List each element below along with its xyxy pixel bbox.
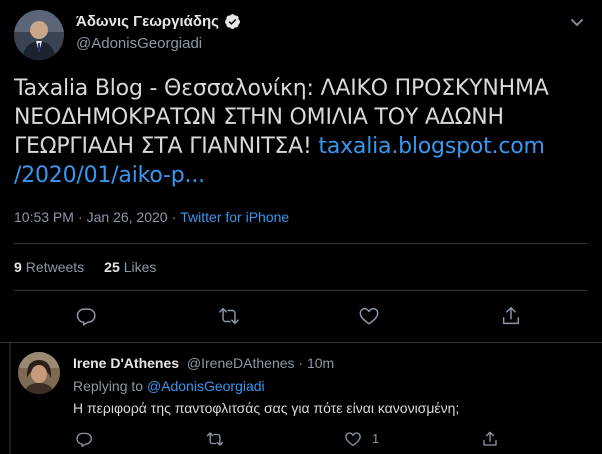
likes-count: 25 — [104, 259, 120, 275]
reply-icon[interactable] — [75, 430, 93, 448]
retweets-label: Retweets — [25, 259, 85, 275]
reply-tweet[interactable]: Irene D'Athenes @IreneDAthenes · 10m Rep… — [0, 342, 602, 454]
author-avatar[interactable] — [14, 10, 64, 60]
retweet-icon[interactable] — [206, 430, 224, 448]
tweet-date[interactable]: Jan 26, 2020 — [87, 209, 168, 225]
share-icon[interactable] — [481, 430, 499, 448]
reply-like-count: 1 — [372, 431, 380, 446]
tweet-stats: 9 Retweets 25 Likes — [14, 259, 156, 275]
heart-icon[interactable] — [344, 430, 362, 448]
likes-stat[interactable]: 25 Likes — [104, 259, 156, 275]
tweet-detail-view: Άδωνις Γεωργιάδης @AdonisGeorgiadi Taxal… — [0, 0, 602, 454]
reply-actions: 1 — [0, 428, 602, 450]
retweets-stat[interactable]: 9 Retweets — [14, 259, 84, 275]
reply-header: Irene D'Athenes @IreneDAthenes · 10m — [73, 355, 334, 371]
reply-text: Η περιφορά της παντοφλιτσάς σας για πότε… — [73, 400, 460, 416]
main-tweet: Άδωνις Γεωργιάδης @AdonisGeorgiadi Taxal… — [0, 0, 602, 342]
meta-separator: · — [171, 209, 177, 225]
tweet-time[interactable]: 10:53 PM — [14, 209, 74, 225]
heart-icon[interactable] — [358, 305, 380, 327]
chevron-down-icon[interactable] — [569, 14, 585, 30]
reply-icon[interactable] — [75, 305, 97, 327]
replying-to: Replying to @AdonisGeorgiadi — [73, 378, 265, 394]
reply-separator: · — [298, 355, 304, 371]
tweet-link-domain[interactable]: taxalia.blogspot.com — [318, 134, 545, 159]
likes-label: Likes — [123, 259, 157, 275]
tweet-meta: 10:53 PM · Jan 26, 2020 · Twitter for iP… — [14, 209, 289, 225]
divider — [14, 290, 588, 291]
author-name[interactable]: Άδωνις Γεωργιάδης — [76, 13, 241, 30]
tweet-actions — [0, 300, 602, 334]
retweets-count: 9 — [14, 259, 22, 275]
retweet-icon[interactable] — [218, 305, 240, 327]
reply-author-name[interactable]: Irene D'Athenes — [73, 355, 179, 371]
author-name-text[interactable]: Άδωνις Γεωργιάδης — [76, 13, 219, 30]
share-icon[interactable] — [500, 305, 522, 327]
reply-time[interactable]: 10m — [307, 355, 334, 371]
verified-badge-icon — [224, 13, 241, 30]
replying-mention[interactable]: @AdonisGeorgiadi — [147, 378, 265, 394]
meta-separator: · — [77, 209, 83, 225]
reply-author-handle[interactable]: @IreneDAthenes — [187, 355, 295, 371]
replying-label: Replying to — [73, 378, 144, 394]
author-handle[interactable]: @AdonisGeorgiadi — [76, 35, 202, 52]
divider — [14, 243, 588, 244]
reply-author-avatar[interactable] — [18, 352, 60, 394]
tweet-body: Taxalia Blog - Θεσσαλονίκη: ΛΑΙΚΟ ΠΡΟΣΚΥ… — [14, 74, 574, 190]
tweet-link-path[interactable]: /2020/01/aiko-p... — [14, 163, 205, 188]
tweet-source[interactable]: Twitter for iPhone — [180, 209, 289, 225]
